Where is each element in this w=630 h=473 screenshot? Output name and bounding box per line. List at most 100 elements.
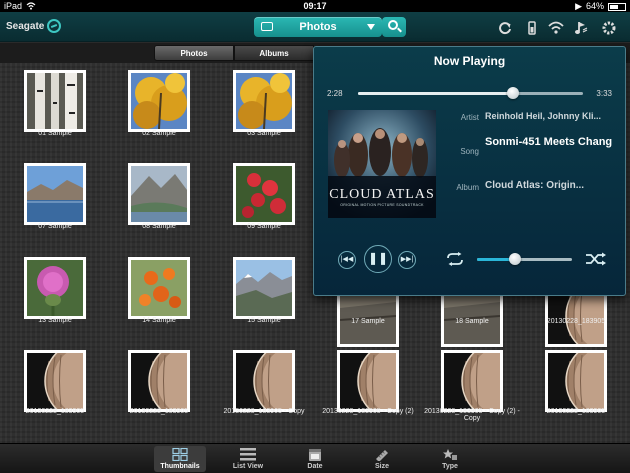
photo-thumbnail[interactable] — [128, 70, 190, 132]
photo-image — [131, 166, 187, 222]
photo-image — [131, 73, 187, 130]
photo-image — [27, 166, 83, 222]
photo-caption: 17 Sample — [351, 318, 385, 325]
photo-caption: 09 Sample — [247, 223, 281, 230]
photo-thumbnail[interactable] — [233, 257, 295, 319]
photo-thumbnail[interactable] — [128, 340, 230, 422]
library-select-label: Photos — [299, 21, 337, 33]
tab-type[interactable]: Type — [424, 446, 476, 472]
photo-thumbnail[interactable] — [24, 340, 126, 422]
photo-caption: 13 Sample — [38, 317, 72, 324]
photo-caption: 02 Sample — [142, 130, 176, 137]
tab-label: Date — [307, 463, 323, 470]
photo-caption: 20130228_183905 - Copy (2) - Copy — [424, 408, 520, 422]
tab-label: Type — [442, 463, 458, 470]
play-status-icon: ▶ — [575, 1, 582, 11]
battery-percent: 64% — [585, 1, 604, 11]
photo-caption: 18 Sample — [455, 318, 489, 325]
search-button[interactable] — [382, 17, 406, 37]
tab-thumbnails[interactable]: Thumbnails — [154, 446, 206, 472]
elapsed-time: 2:28 — [327, 89, 343, 98]
ruler-icon — [376, 450, 388, 461]
gear-icon[interactable] — [600, 19, 618, 37]
refresh-icon[interactable] — [496, 19, 514, 37]
photo-thumbnail[interactable] — [233, 70, 295, 132]
photo-caption: 03 Sample — [247, 130, 281, 137]
music-note-icon[interactable] — [572, 19, 590, 37]
photo-caption: 20130228_183905 — [25, 408, 85, 415]
photo-thumbnail[interactable] — [545, 340, 630, 422]
repeat-icon[interactable] — [445, 252, 465, 266]
photo-thumbnail[interactable] — [441, 340, 543, 422]
photo-caption: 20130228_183905 — [546, 408, 606, 415]
progress-fill — [358, 92, 514, 95]
previous-button[interactable]: |◀◀ — [338, 251, 356, 269]
photo-caption: 20130228_183905 — [129, 408, 189, 415]
pause-icon: ❚❚ — [367, 251, 389, 265]
tab-size[interactable]: Size — [356, 446, 408, 472]
progress-thumb[interactable] — [507, 87, 520, 99]
tab-date[interactable]: Date — [289, 446, 341, 472]
photo-caption: 20130228_183905 - Copy (2) — [322, 408, 414, 415]
chevron-down-icon — [367, 24, 375, 30]
photo-thumbnail[interactable] — [233, 340, 335, 422]
seagate-logo-icon — [47, 19, 62, 33]
photo-image — [340, 340, 439, 422]
tab-label: Thumbnails — [160, 463, 200, 470]
battery-device-icon[interactable] — [523, 19, 541, 37]
photo-caption: 08 Sample — [142, 223, 176, 230]
photo-thumbnail[interactable] — [128, 257, 190, 319]
wifi-icon[interactable] — [547, 19, 565, 37]
photo-image — [339, 288, 397, 344]
pause-button[interactable]: ❚❚ — [364, 245, 392, 273]
album-art-title: CLOUD ATLAS — [329, 187, 435, 202]
photo-caption: 14 Sample — [142, 317, 176, 324]
bottom-tab-bar: Thumbnails List View Date Size Type — [0, 443, 630, 473]
list-icon — [240, 448, 256, 461]
photo-caption: 20130228_183905 — [546, 318, 606, 325]
photo-image — [548, 275, 630, 357]
artist-label: Artist — [460, 113, 479, 122]
photo-thumbnail[interactable] — [24, 257, 86, 319]
camera-icon — [261, 22, 273, 31]
clock: 09:17 — [303, 1, 327, 11]
photo-caption: 01 Sample — [38, 130, 72, 137]
calendar-icon — [309, 449, 321, 461]
shapes-icon — [443, 449, 457, 460]
photo-thumbnail[interactable] — [24, 70, 86, 132]
photo-thumbnail[interactable] — [128, 163, 190, 225]
photo-thumbnail[interactable] — [233, 163, 295, 225]
app-bar: Seagate Photos — [0, 12, 630, 42]
album-label: Album — [456, 183, 479, 192]
photo-caption: 15 Sample — [247, 317, 281, 324]
album-art-subtitle: ORIGINAL MOTION PICTURE SOUNDTRACK — [340, 203, 424, 207]
photo-caption: 20130228_183905 - Copy — [223, 408, 305, 415]
now-playing-title: Now Playing — [433, 54, 506, 68]
volume-thumb[interactable] — [509, 253, 521, 265]
tab-label: List View — [232, 463, 264, 470]
tab-label: Size — [374, 463, 389, 470]
next-button[interactable]: ▶▶| — [398, 251, 416, 269]
song-label: Song — [460, 147, 479, 156]
next-icon: ▶▶| — [400, 256, 414, 263]
previous-icon: |◀◀ — [340, 256, 354, 263]
segment-albums[interactable]: Albums — [234, 45, 314, 61]
segment-photos[interactable]: Photos — [154, 45, 234, 61]
grid-icon — [172, 448, 188, 461]
photo-image — [444, 340, 543, 422]
photo-thumbnail[interactable] — [24, 163, 86, 225]
photo-thumbnail[interactable] — [337, 340, 439, 422]
tab-list-view[interactable]: List View — [222, 446, 274, 472]
photo-image — [443, 288, 501, 344]
album-art: CLOUD ATLAS ORIGINAL MOTION PICTURE SOUN… — [328, 110, 436, 218]
photo-image — [27, 260, 83, 316]
photo-image — [27, 73, 83, 129]
shuffle-icon[interactable] — [585, 252, 607, 266]
photo-image — [236, 73, 292, 130]
artist-value: Reinhold Heil, Johnny Kli... — [485, 111, 602, 121]
now-playing-popover: Now Playing 2:28 3:33 CLOUD ATLAS ORIGIN… — [313, 46, 626, 296]
library-select[interactable]: Photos — [254, 17, 382, 37]
progress-slider[interactable] — [358, 87, 583, 99]
volume-slider[interactable] — [477, 253, 572, 265]
photo-image — [131, 340, 230, 422]
